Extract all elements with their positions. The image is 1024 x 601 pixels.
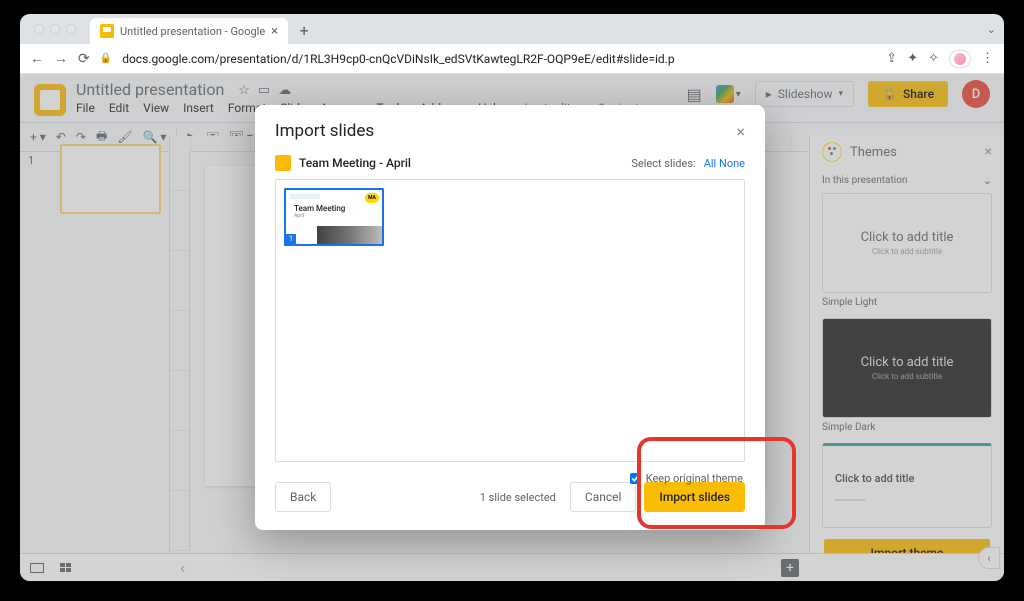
import-slides-dialog: Import slides × Team Meeting - April Sel… (255, 105, 765, 530)
select-slides-label: Select slides: (631, 157, 695, 170)
profile-avatar[interactable] (949, 50, 971, 68)
file-name: Team Meeting - April (299, 156, 411, 170)
lock-icon: 🔒 (100, 53, 112, 64)
keep-theme-checkbox[interactable] (630, 473, 641, 484)
keep-theme-row[interactable]: Keep original theme (630, 472, 743, 485)
browser-tabbar: Untitled presentation - Google × + ⌄ (20, 14, 1004, 44)
import-slide-thumb[interactable]: MA Team Meeting April 1 (284, 188, 384, 246)
puzzle-icon[interactable]: ✧ (928, 51, 939, 66)
tabs-overflow-icon[interactable]: ⌄ (987, 23, 996, 36)
url-text[interactable]: docs.google.com/presentation/d/1RL3H9cp0… (122, 52, 674, 66)
slides-favicon-icon (100, 24, 114, 38)
import-slides-button[interactable]: Import slides (644, 482, 745, 512)
reload-button[interactable]: ⟳ (78, 51, 90, 67)
keep-theme-label: Keep original theme (646, 472, 743, 485)
slides-file-icon (275, 155, 291, 171)
share-icon[interactable]: ⇪ (886, 51, 897, 66)
forward-button[interactable]: → (54, 50, 68, 67)
tab-close-icon[interactable]: × (271, 24, 278, 39)
new-tab-button[interactable]: + (292, 18, 316, 42)
dialog-close-button[interactable]: × (736, 122, 745, 141)
cancel-button[interactable]: Cancel (570, 482, 637, 512)
thumb-number: 1 (286, 234, 296, 244)
dialog-title: Import slides (275, 121, 374, 141)
extensions-icon[interactable]: ✦ (907, 51, 918, 66)
back-button[interactable]: ← (30, 50, 44, 67)
thumb-badge: MA (365, 193, 379, 203)
tab-title: Untitled presentation - Google (120, 25, 265, 38)
window-controls[interactable] (34, 24, 76, 34)
select-all-link[interactable]: All (704, 157, 717, 170)
browser-menu-icon[interactable]: ⋮ (981, 51, 994, 66)
back-button[interactable]: Back (275, 482, 331, 512)
browser-addressbar: ← → ⟳ 🔒 docs.google.com/presentation/d/1… (20, 44, 1004, 74)
slides-grid: MA Team Meeting April 1 (275, 179, 745, 462)
selected-count: 1 slide selected (480, 491, 556, 504)
browser-tab[interactable]: Untitled presentation - Google × (90, 18, 288, 44)
select-none-link[interactable]: None (719, 157, 745, 170)
